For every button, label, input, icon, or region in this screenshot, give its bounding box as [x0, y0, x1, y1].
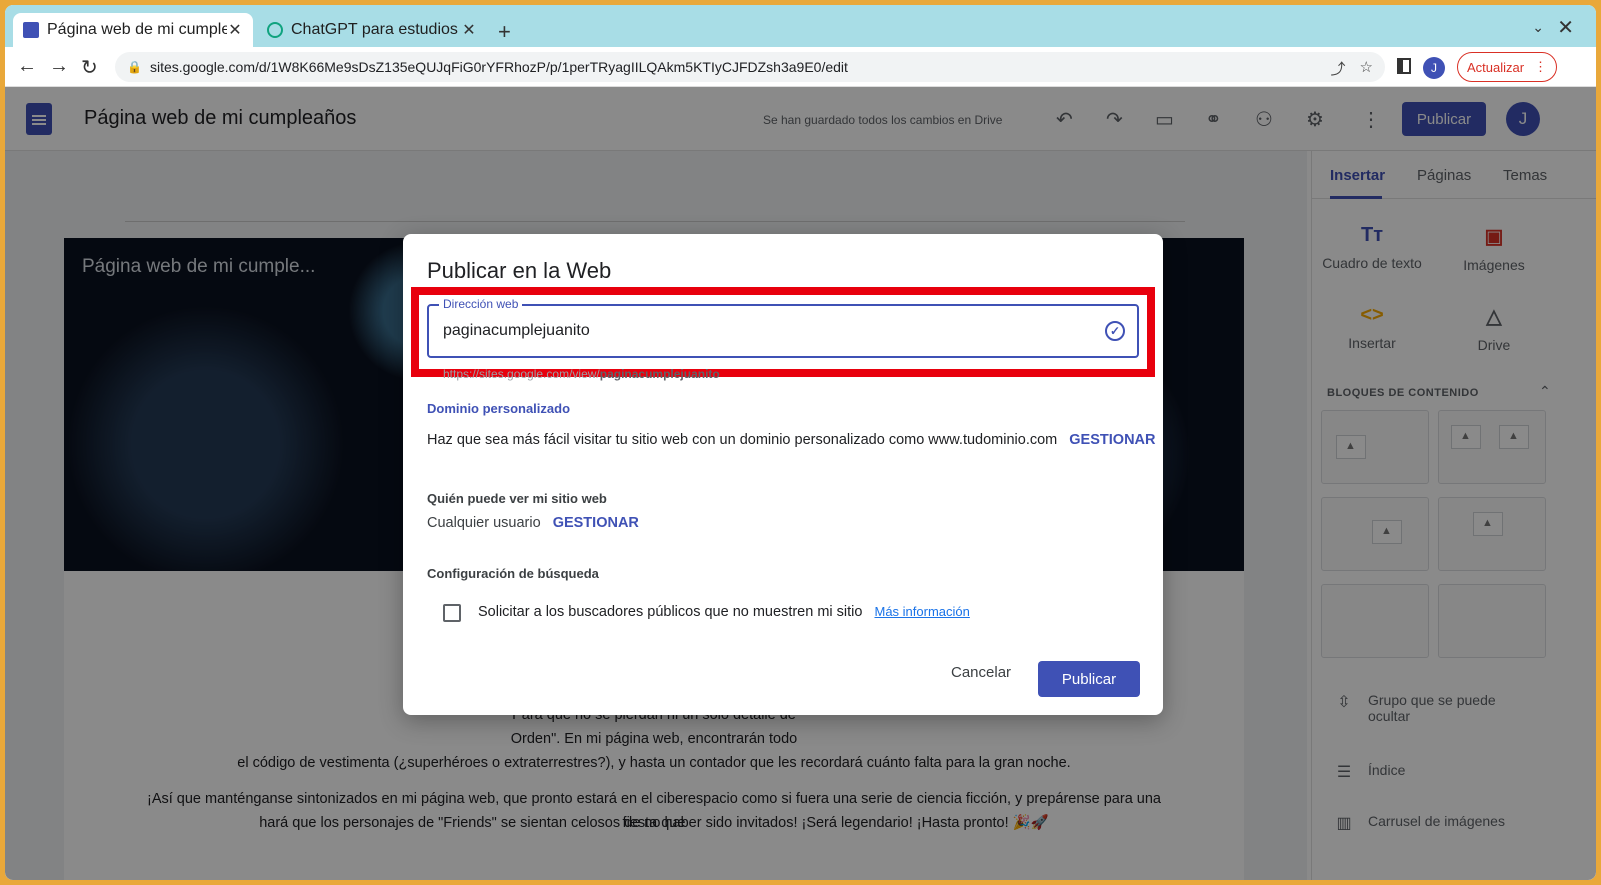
- update-label: Actualizar: [1466, 59, 1525, 75]
- url-preview-prefix: https://sites.google.com/view/: [443, 367, 600, 381]
- reload-icon[interactable]: ↻: [81, 55, 98, 80]
- forward-icon[interactable]: →: [49, 55, 69, 78]
- sites-favicon-icon: [23, 22, 39, 38]
- manage-viewers-button[interactable]: GESTIONAR: [553, 515, 639, 531]
- browser-toolbar: ← → ↻ 🔒 sites.google.com/d/1W8K66Me9sDsZ…: [5, 47, 1596, 87]
- profile-avatar[interactable]: J: [1423, 57, 1445, 79]
- hide-from-search-label: Solicitar a los buscadores públicos que …: [478, 604, 970, 620]
- dialog-publish-button[interactable]: Publicar: [1038, 661, 1140, 697]
- tab-sites[interactable]: Página web de mi cumpleaños ✕: [13, 13, 253, 47]
- url-preview: https://sites.google.com/view/paginacump…: [443, 367, 720, 381]
- back-icon[interactable]: ←: [17, 55, 37, 78]
- hide-from-search-checkbox[interactable]: [443, 604, 461, 622]
- bookmark-star-icon[interactable]: ☆: [1360, 58, 1373, 79]
- who-can-view-row: Cualquier usuario GESTIONAR: [427, 515, 639, 531]
- who-can-view-heading: Quién puede ver mi sitio web: [427, 491, 607, 506]
- url-preview-name: paginacumplejuanito: [599, 367, 720, 381]
- new-tab-icon[interactable]: +: [498, 19, 511, 45]
- publish-dialog: Publicar en la Web Dirección web ✓ https…: [403, 234, 1163, 715]
- address-bar[interactable]: 🔒 sites.google.com/d/1W8K66Me9sDsZ135eQU…: [115, 52, 1385, 82]
- side-panel-icon[interactable]: [1397, 58, 1411, 74]
- web-address-label: Dirección web: [439, 297, 523, 311]
- close-tab-icon[interactable]: ✕: [461, 20, 477, 40]
- checkbox-text: Solicitar a los buscadores públicos que …: [478, 604, 863, 620]
- web-address-field[interactable]: Dirección web ✓: [427, 297, 1139, 358]
- check-circle-icon: ✓: [1105, 321, 1125, 341]
- search-settings-heading: Configuración de búsqueda: [427, 566, 599, 581]
- close-tab-icon[interactable]: ✕: [227, 20, 243, 40]
- dialog-title: Publicar en la Web: [427, 258, 612, 283]
- tab-chatgpt[interactable]: ChatGPT para estudios ✕: [257, 13, 487, 47]
- more-info-link[interactable]: Más información: [874, 604, 969, 619]
- url-text: sites.google.com/d/1W8K66Me9sDsZ135eQUJq…: [149, 59, 848, 75]
- share-icon[interactable]: ⤴: [1331, 58, 1346, 79]
- update-button[interactable]: Actualizar ⋮: [1457, 52, 1557, 82]
- tab-title: Página web de mi cumpleaños: [47, 21, 227, 38]
- tab-title: ChatGPT para estudios: [291, 21, 458, 38]
- lock-icon: 🔒: [127, 60, 142, 74]
- custom-domain-heading: Dominio personalizado: [427, 401, 571, 416]
- tab-strip: Página web de mi cumpleaños ✕ ChatGPT pa…: [5, 5, 1596, 47]
- chatgpt-favicon-icon: [267, 22, 283, 38]
- manage-domain-button[interactable]: GESTIONAR: [1069, 432, 1155, 448]
- close-window-icon[interactable]: ✕: [1557, 15, 1574, 40]
- chevron-down-icon[interactable]: ⌄: [1532, 19, 1544, 36]
- who-can-view-value: Cualquier usuario: [427, 515, 541, 531]
- cancel-button[interactable]: Cancelar: [951, 664, 1011, 681]
- custom-domain-text: Haz que sea más fácil visitar tu sitio w…: [427, 432, 1058, 448]
- browser-window: Página web de mi cumpleaños ✕ ChatGPT pa…: [5, 5, 1596, 880]
- web-address-input[interactable]: [443, 322, 1083, 340]
- custom-domain-description: Haz que sea más fácil visitar tu sitio w…: [427, 432, 1155, 448]
- more-vert-icon: ⋮: [1534, 59, 1548, 74]
